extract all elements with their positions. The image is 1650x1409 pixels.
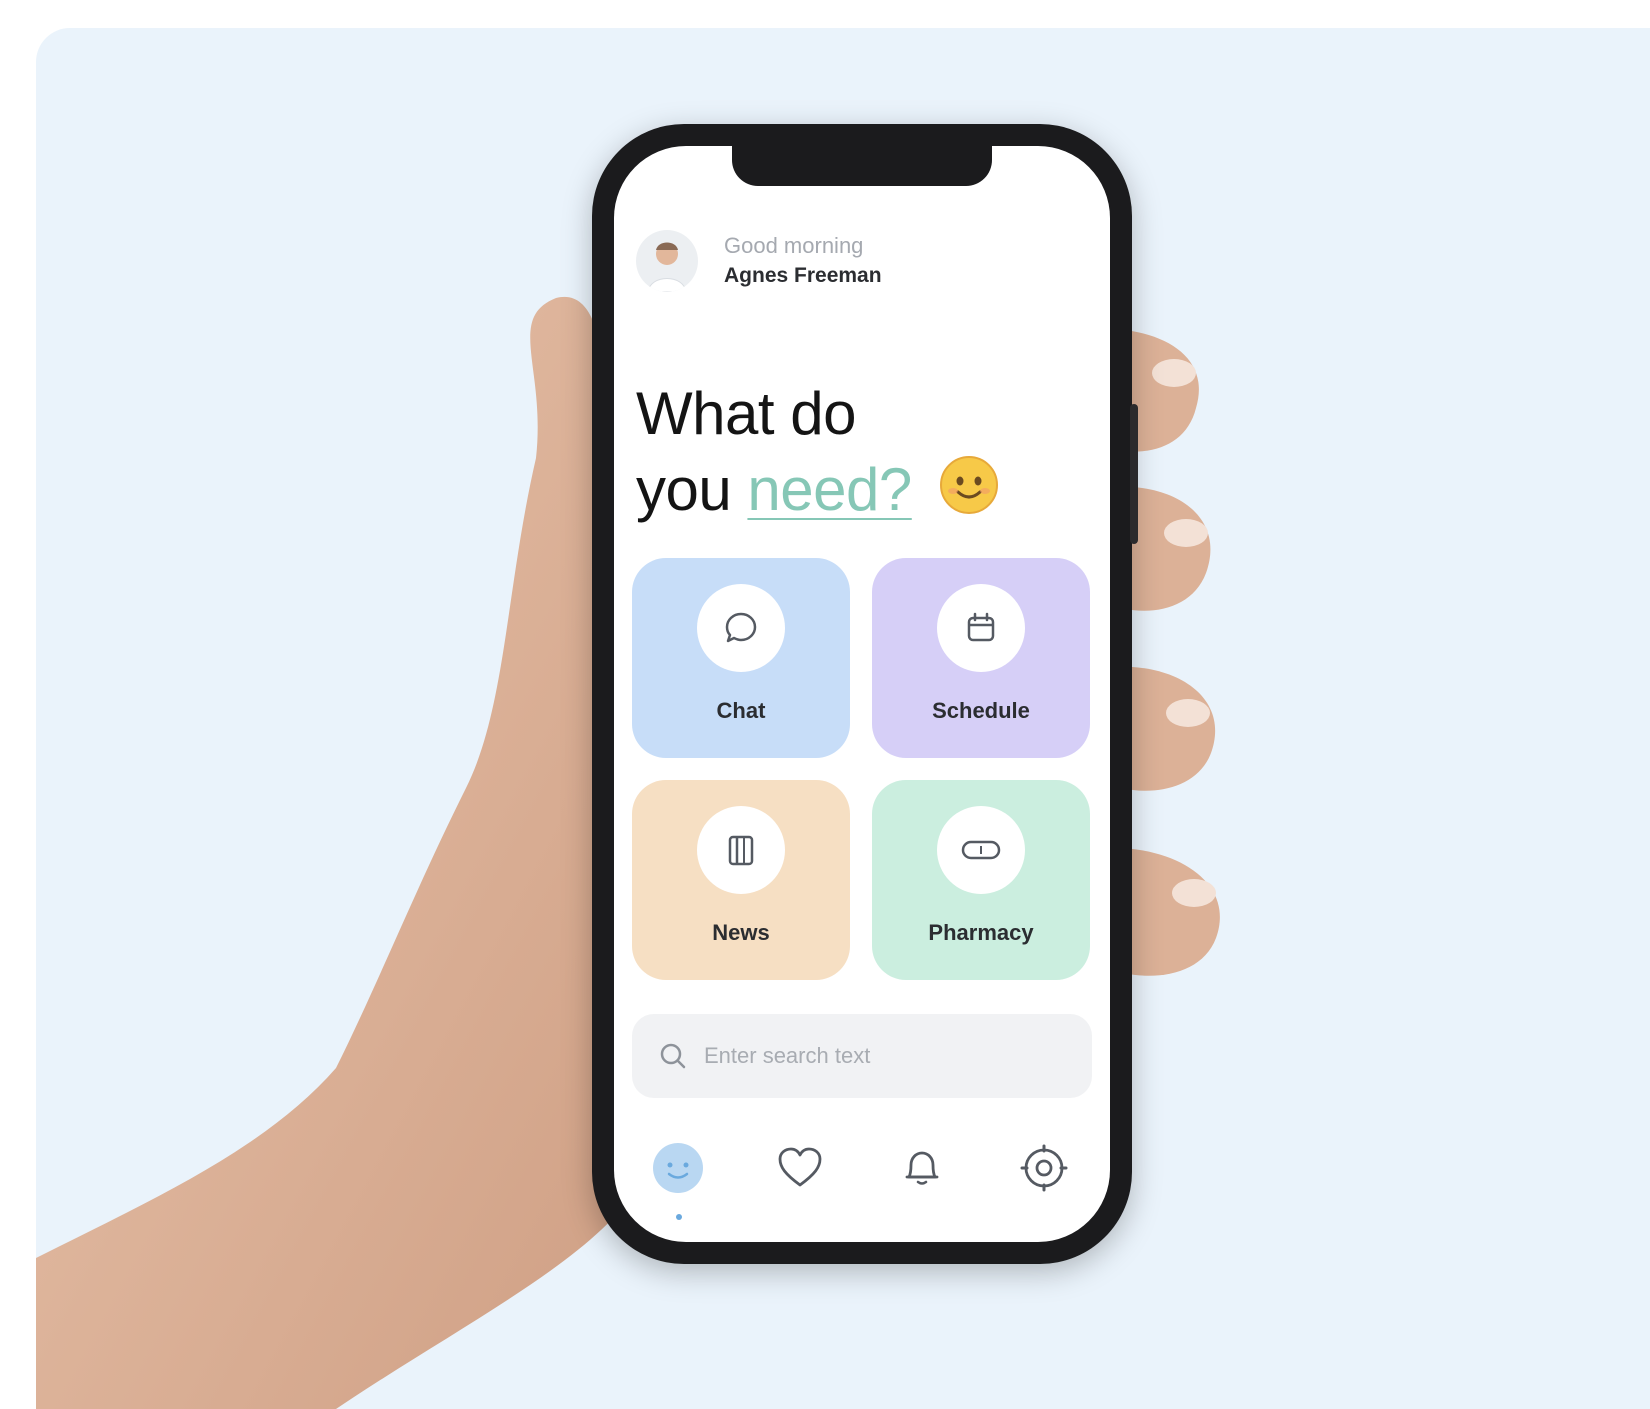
chat-bubble-icon: [725, 612, 757, 643]
schedule-icon-circle: [937, 584, 1025, 672]
smiling-face-emoji-icon: [939, 456, 998, 514]
schedule-tile[interactable]: Schedule: [872, 558, 1090, 758]
search-icon: [660, 1043, 686, 1069]
schedule-label: Schedule: [932, 698, 1030, 723]
headline-accent: need?: [747, 456, 912, 523]
search-input[interactable]: [702, 1042, 1066, 1070]
news-tile[interactable]: News: [632, 780, 850, 980]
greeting-block: Good morning Agnes Freeman: [724, 231, 882, 291]
news-label: News: [712, 920, 770, 945]
headline-line-2: you need?: [636, 452, 1000, 528]
bottom-tab-bar: [632, 1136, 1092, 1226]
tab-favorites[interactable]: [768, 1136, 832, 1200]
hero-background: Good morning Agnes Freeman What do you n…: [36, 28, 1650, 1409]
tab-notifications[interactable]: [890, 1136, 954, 1200]
home-face-icon: [653, 1143, 703, 1193]
tab-home[interactable]: [646, 1136, 710, 1200]
chat-tile[interactable]: Chat: [632, 558, 850, 758]
headline-prefix: you: [636, 456, 732, 523]
avatar[interactable]: [636, 230, 698, 292]
heart-icon: [778, 1147, 822, 1187]
book-icon: [728, 835, 754, 866]
avatar-image-icon: [647, 242, 687, 292]
page-title: What do you need?: [636, 376, 1000, 528]
greeting-text: Good morning: [724, 233, 864, 258]
service-grid: Chat Schedule News Pharmacy: [632, 558, 1092, 980]
bell-icon: [905, 1151, 939, 1185]
pharmacy-icon-circle: [937, 806, 1025, 894]
calendar-icon: [967, 612, 995, 642]
active-tab-indicator: [676, 1214, 682, 1220]
phone-screen: Good morning Agnes Freeman What do you n…: [614, 146, 1110, 1242]
news-icon-circle: [697, 806, 785, 894]
chat-label: Chat: [716, 698, 766, 723]
settings-icon: [1020, 1144, 1068, 1192]
pharmacy-tile[interactable]: Pharmacy: [872, 780, 1090, 980]
user-name: Agnes Freeman: [724, 264, 882, 287]
headline-line-1: What do: [636, 380, 856, 447]
search-bar: [632, 1014, 1092, 1098]
pharmacy-label: Pharmacy: [928, 920, 1034, 945]
chat-icon-circle: [697, 584, 785, 672]
phone-device: Good morning Agnes Freeman What do you n…: [592, 124, 1138, 1264]
phone-notch: [732, 146, 992, 186]
tab-settings[interactable]: [1012, 1136, 1076, 1200]
pill-icon: [961, 840, 1001, 860]
user-header: Good morning Agnes Freeman: [636, 230, 882, 292]
